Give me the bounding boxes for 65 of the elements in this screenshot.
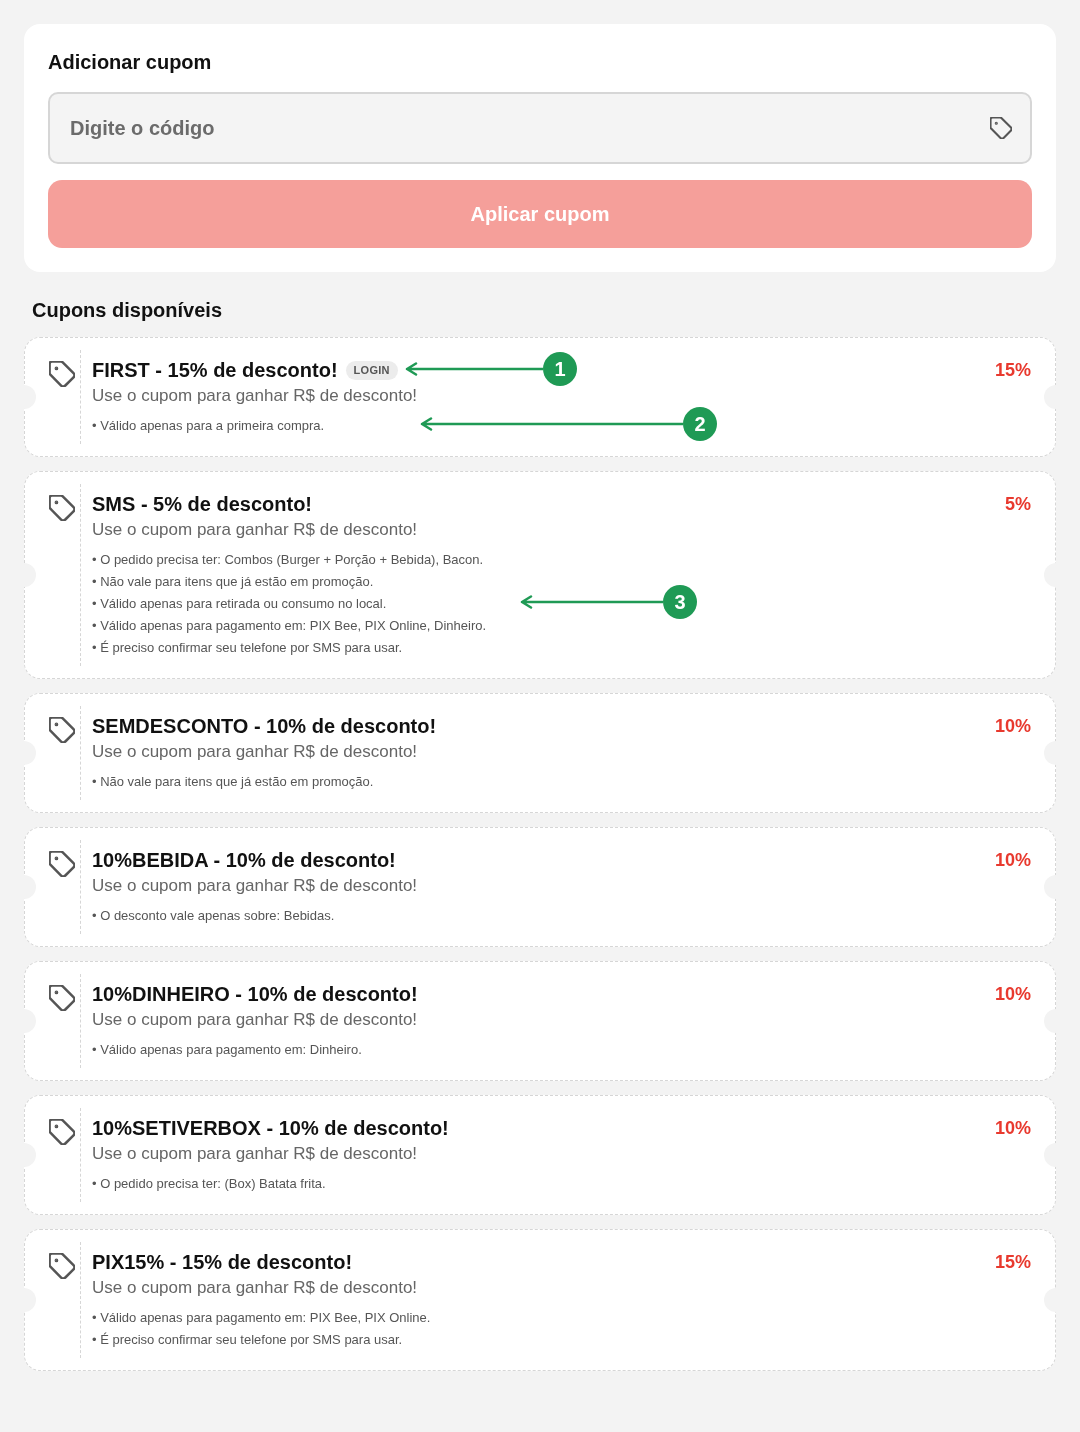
tag-icon xyxy=(49,1119,75,1145)
coupon-description: Use o cupom para ganhar R$ de desconto! xyxy=(92,1143,418,1165)
ticket-notch xyxy=(24,741,36,765)
coupon-title: FIRST - 15% de desconto! xyxy=(92,358,338,382)
coupon-condition: • É preciso confirmar seu telefone por SMS para usar. xyxy=(92,639,403,657)
tag-icon xyxy=(49,1253,75,1279)
coupon-condition: • Não vale para itens que já estão em promoção. xyxy=(92,573,374,591)
ticket-notch xyxy=(24,1009,36,1033)
tag-icon xyxy=(49,361,75,387)
coupon-condition: • Válido apenas para pagamento em: PIX Bee, PIX Online, Dinheiro. xyxy=(92,617,487,635)
coupon-card[interactable]: 10%SETIVERBOX - 10% de desconto! Use o cupom para ganhar R$ de desconto! • O pedido precisa ter: (Box) Batata frita. 10% xyxy=(24,1095,1056,1215)
coupon-description: Use o cupom para ganhar R$ de desconto! xyxy=(92,1009,418,1031)
coupon-description: Use o cupom para ganhar R$ de desconto! xyxy=(92,875,418,897)
coupon-card[interactable]: 10%DINHEIRO - 10% de desconto! Use o cupom para ganhar R$ de desconto! • Válido apenas para pagamento em: Dinheiro. 10% xyxy=(24,961,1056,1081)
coupon-description: Use o cupom para ganhar R$ de desconto! xyxy=(92,519,418,541)
discount-percent: 10% xyxy=(994,1117,1031,1140)
ticket-notch xyxy=(1044,1009,1056,1033)
ticket-notch xyxy=(1044,563,1056,587)
discount-percent: 10% xyxy=(994,715,1031,738)
tag-icon xyxy=(990,117,1012,139)
ticket-notch xyxy=(1044,875,1056,899)
coupon-title: PIX15% - 15% de desconto! xyxy=(92,1250,353,1274)
coupon-card[interactable]: SEMDESCONTO - 10% de desconto! Use o cupom para ganhar R$ de desconto! • Não vale para itens que já estão em promoção. 10% xyxy=(24,693,1056,813)
ticket-notch xyxy=(24,563,36,587)
discount-percent: 15% xyxy=(994,359,1031,382)
coupon-title: SEMDESCONTO - 10% de desconto! xyxy=(92,714,437,738)
coupon-code-field[interactable]: Digite o código xyxy=(48,92,1032,164)
coupon-title: 10%BEBIDA - 10% de desconto! xyxy=(92,848,396,872)
discount-percent: 10% xyxy=(994,849,1031,872)
available-coupons-title: Cupons disponíveis xyxy=(32,298,223,323)
ticket-notch xyxy=(24,1288,36,1312)
coupon-condition: • O pedido precisa ter: Combos (Burger + Porção + Bebida), Bacon. xyxy=(92,551,484,569)
coupon-condition: • Não vale para itens que já estão em promoção. xyxy=(92,773,374,791)
ticket-notch xyxy=(1044,1288,1056,1312)
tag-icon xyxy=(49,495,75,521)
coupon-condition: • Válido apenas para a primeira compra. xyxy=(92,417,325,435)
login-badge: LOGIN xyxy=(345,360,398,380)
ticket-notch xyxy=(24,875,36,899)
coupon-title: 10%DINHEIRO - 10% de desconto! xyxy=(92,982,418,1006)
ticket-notch xyxy=(1044,385,1056,409)
tag-icon xyxy=(49,851,75,877)
add-coupon-title: Adicionar cupom xyxy=(48,50,212,75)
ticket-notch xyxy=(24,1143,36,1167)
coupon-condition: • Válido apenas para pagamento em: PIX Bee, PIX Online. xyxy=(92,1309,431,1327)
coupon-condition: • Válido apenas para retirada ou consumo no local. xyxy=(92,595,387,613)
tag-icon xyxy=(49,717,75,743)
coupon-condition: • O pedido precisa ter: (Box) Batata frita. xyxy=(92,1175,326,1193)
coupon-condition: • Válido apenas para pagamento em: Dinheiro. xyxy=(92,1041,362,1059)
coupon-title: SMS - 5% de desconto! xyxy=(92,492,313,516)
coupon-card[interactable]: 10%BEBIDA - 10% de desconto! Use o cupom para ganhar R$ de desconto! • O desconto vale apenas sobre: Bebidas. 10% xyxy=(24,827,1056,947)
coupon-title: 10%SETIVERBOX - 10% de desconto! xyxy=(92,1116,449,1140)
coupon-description: Use o cupom para ganhar R$ de desconto! xyxy=(92,1277,418,1299)
tag-icon xyxy=(49,985,75,1011)
coupon-card[interactable]: PIX15% - 15% de desconto! Use o cupom para ganhar R$ de desconto! • Válido apenas para pagamento em: PIX Bee, PIX Online. • É preciso confirmar seu telefone por SMS para usar. 15% xyxy=(24,1229,1056,1371)
coupon-condition: • O desconto vale apenas sobre: Bebidas. xyxy=(92,907,335,925)
discount-percent: 10% xyxy=(994,983,1031,1006)
coupon-condition: • É preciso confirmar seu telefone por SMS para usar. xyxy=(92,1331,403,1349)
ticket-notch xyxy=(1044,1143,1056,1167)
discount-percent: 5% xyxy=(1005,493,1031,516)
coupon-card[interactable] xyxy=(24,471,1056,679)
discount-percent: 15% xyxy=(994,1251,1031,1274)
ticket-notch xyxy=(1044,741,1056,765)
coupon-description: Use o cupom para ganhar R$ de desconto! xyxy=(92,385,418,407)
coupon-description: Use o cupom para ganhar R$ de desconto! xyxy=(92,741,418,763)
ticket-notch xyxy=(24,385,36,409)
